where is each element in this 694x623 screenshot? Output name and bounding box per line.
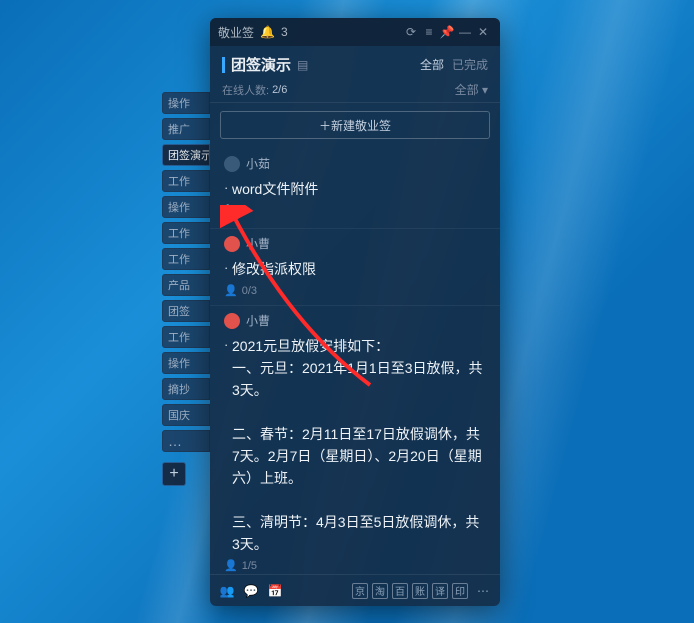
online-label: 在线人数: — [222, 82, 269, 98]
minimize-button[interactable]: — — [456, 25, 474, 39]
footer-shortcut[interactable]: 百 — [392, 583, 408, 599]
jingyeqian-panel: 敬业签 🔔 3 ⟳ ≡ 📌 — ✕ 团签演示 ▤ 全部 已完成 在线人数: 2/… — [210, 18, 500, 606]
notes-list: 小茹·word文件附件📎小曹·修改指派权限👤0/3小曹·2021元旦放假安排如下… — [210, 147, 500, 574]
attachment-icon[interactable]: 📎 — [224, 204, 240, 220]
tab-done[interactable]: 已完成 — [452, 56, 488, 73]
footer-shortcut[interactable]: 印 — [452, 583, 468, 599]
side-tab[interactable]: 工作 — [162, 170, 210, 192]
assignee-count: 1/5 — [242, 560, 257, 572]
calendar-icon[interactable]: 📅 — [266, 584, 284, 598]
owner-name: 小茹 — [246, 155, 270, 172]
footer-toolbar: 👥 💬 📅 京淘百账译印 ⋯ — [210, 574, 500, 606]
group-title: 团签演示 — [231, 54, 291, 75]
note-item[interactable]: 小茹 ·word文件附件 📎 — [210, 149, 500, 229]
note-text: word文件附件 — [232, 178, 486, 200]
app-name: 敬业签 — [218, 24, 254, 41]
side-tab[interactable]: 国庆 — [162, 404, 210, 426]
note-text: 2021元旦放假安排如下： 一、元旦：2021年1月1日至3日放假，共3天。 二… — [232, 335, 486, 555]
footer-shortcut[interactable]: 账 — [412, 583, 428, 599]
members-icon[interactable]: 👥 — [218, 584, 236, 598]
bullet-icon: · — [224, 258, 232, 280]
side-tab[interactable]: 操作 — [162, 352, 210, 374]
bullet-icon: · — [224, 178, 232, 200]
note-owner-row: 小茹 — [224, 155, 486, 172]
assignee-icon: 👤 — [224, 559, 238, 572]
accent-bar — [222, 57, 225, 73]
avatar — [224, 156, 240, 172]
side-tab[interactable]: 工作 — [162, 326, 210, 348]
note-text: 修改指派权限 — [232, 258, 486, 280]
side-tab[interactable]: 操作 — [162, 92, 210, 114]
footer-shortcut[interactable]: 译 — [432, 583, 448, 599]
note-meta: 📎 — [224, 204, 486, 220]
note-owner-row: 小曹 — [224, 312, 486, 329]
notification-count[interactable]: 3 — [281, 25, 288, 39]
close-button[interactable]: ✕ — [474, 25, 492, 39]
note-item[interactable]: 小曹 ·修改指派权限 👤 0/3 — [210, 229, 500, 306]
tab-all[interactable]: 全部 — [420, 56, 444, 73]
side-tab[interactable]: 操作 — [162, 196, 210, 218]
bullet-icon: · — [224, 335, 232, 555]
side-tab[interactable]: 团签 — [162, 300, 210, 322]
side-tab[interactable]: 工作 — [162, 222, 210, 244]
assignee-count: 0/3 — [242, 285, 257, 297]
chat-icon[interactable]: 💬 — [242, 584, 260, 598]
footer-shortcut[interactable]: 京 — [352, 583, 368, 599]
menu-icon[interactable]: ≡ — [420, 25, 438, 39]
avatar — [224, 313, 240, 329]
owner-name: 小曹 — [246, 312, 270, 329]
group-header: 团签演示 ▤ 全部 已完成 在线人数: 2/6 全部 ▾ — [210, 46, 500, 103]
new-note-button[interactable]: ＋新建敬业签 — [220, 111, 490, 139]
side-tab[interactable]: 摘抄 — [162, 378, 210, 400]
side-tab[interactable]: 工作 — [162, 248, 210, 270]
note-owner-row: 小曹 — [224, 235, 486, 252]
filter-dropdown[interactable]: 全部 ▾ — [455, 81, 488, 98]
avatar — [224, 236, 240, 252]
note-item[interactable]: 小曹 ·2021元旦放假安排如下： 一、元旦：2021年1月1日至3日放假，共3天… — [210, 306, 500, 574]
online-count: 2/6 — [272, 84, 287, 96]
titlebar: 敬业签 🔔 3 ⟳ ≡ 📌 — ✕ — [210, 18, 500, 46]
footer-shortcut[interactable]: 淘 — [372, 583, 388, 599]
side-tab-strip: 操作推广团签演示工作操作工作工作产品团签工作操作摘抄国庆…+ — [162, 92, 210, 486]
sync-icon[interactable]: ⟳ — [402, 25, 420, 39]
side-tab[interactable]: 产品 — [162, 274, 210, 296]
side-tab[interactable]: 推广 — [162, 118, 210, 140]
notification-bell-icon[interactable]: 🔔 — [260, 25, 275, 39]
add-tab-button[interactable]: + — [162, 462, 186, 486]
note-meta: 👤 0/3 — [224, 284, 486, 297]
assignee-icon: 👤 — [224, 284, 238, 297]
note-meta: 👤 1/5 — [224, 559, 486, 572]
side-tab[interactable]: 团签演示 — [162, 144, 210, 166]
list-icon[interactable]: ▤ — [297, 58, 308, 72]
side-tab[interactable]: … — [162, 430, 210, 452]
more-icon[interactable]: ⋯ — [474, 584, 492, 598]
owner-name: 小曹 — [246, 235, 270, 252]
pin-icon[interactable]: 📌 — [438, 25, 456, 39]
